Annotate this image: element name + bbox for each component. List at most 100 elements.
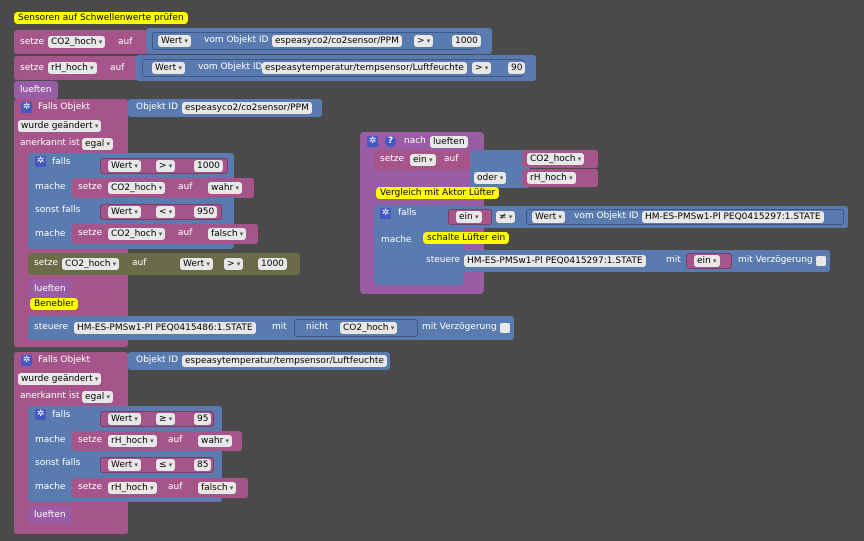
get-rh-var[interactable]: rH_hoch xyxy=(522,169,598,187)
call-lueften-rh[interactable]: lueften xyxy=(28,506,72,524)
object-id-fog[interactable]: HM-ES-PMSw1-Pl PEQ0415486:1.STATE xyxy=(74,322,256,334)
var-co2-dropdown[interactable]: CO2_hoch xyxy=(48,36,106,48)
cond-fan-ne[interactable]: ein ≠ Wert vom Objekt ID HM-ES-PMSw1-Pl … xyxy=(444,206,848,228)
var-dropdown[interactable]: CO2_hoch xyxy=(108,228,166,240)
gear-icon[interactable]: ✲ xyxy=(367,136,378,147)
object-id-rh[interactable]: espeasytemperatur/tempsensor/Luftfeuchte xyxy=(262,62,467,74)
var-dropdown[interactable]: ein xyxy=(694,255,720,267)
op-dropdown[interactable]: ≠ xyxy=(496,211,516,223)
number-input[interactable]: 1000 xyxy=(258,258,287,270)
op-gt-dropdown[interactable]: > xyxy=(414,35,434,47)
var-dropdown[interactable]: CO2_hoch xyxy=(62,258,120,270)
object-id-co2[interactable]: espeasyco2/co2sensor/PPM xyxy=(272,35,402,47)
nicht-label: nicht xyxy=(306,322,329,332)
var-dropdown[interactable]: rH_hoch xyxy=(108,482,157,494)
var-dropdown[interactable]: ein xyxy=(456,211,482,223)
set-ein-block[interactable]: setze ein auf xyxy=(374,150,478,170)
var-dropdown[interactable]: ein xyxy=(410,154,436,166)
wert-dropdown[interactable]: Wert xyxy=(108,413,141,425)
call-lueften-top[interactable]: lueften xyxy=(14,81,58,99)
gear-icon[interactable]: ✲ xyxy=(21,355,32,366)
object-id-fan[interactable]: HM-ES-PMSw1-Pl PEQ0415297:1.STATE xyxy=(464,255,646,267)
var-dropdown[interactable]: rH_hoch xyxy=(527,172,576,184)
cond-rh-ge[interactable]: Wert ≥ 95 xyxy=(94,408,220,430)
var-dropdown[interactable]: CO2_hoch xyxy=(108,182,166,194)
cond-co2-lt[interactable]: Wert < 950 xyxy=(94,201,228,223)
setze-label: setze xyxy=(78,482,103,492)
bool-dropdown[interactable]: falsch xyxy=(208,228,247,240)
set-rh-true[interactable]: setze rH_hoch auf wahr xyxy=(72,431,242,451)
falls-label: falls xyxy=(52,410,71,420)
number-input[interactable]: 85 xyxy=(194,459,212,471)
var-dropdown[interactable]: rH_hoch xyxy=(108,435,157,447)
set-co2-block[interactable]: setze CO2_hoch auf xyxy=(14,30,154,54)
bool-dropdown[interactable]: wahr xyxy=(208,182,243,194)
delay-checkbox[interactable] xyxy=(816,256,826,266)
bool-dropdown[interactable]: wahr xyxy=(198,435,233,447)
set-co2-true[interactable]: setze CO2_hoch auf wahr xyxy=(72,178,254,198)
compare-block-co2[interactable]: Wert vom Objekt ID espeasyco2/co2sensor/… xyxy=(146,28,492,54)
vom-objekt-label: vom Objekt ID xyxy=(574,211,639,221)
mit-verzoegerung-label: mit Verzögerung xyxy=(738,255,813,265)
control-fog-block[interactable]: steuere HM-ES-PMSw1-Pl PEQ0415486:1.STAT… xyxy=(28,316,514,340)
object-id-fan[interactable]: HM-ES-PMSw1-Pl PEQ0415297:1.STATE xyxy=(642,211,824,223)
egal-dropdown[interactable]: egal xyxy=(82,138,114,150)
setze-label: setze xyxy=(78,435,103,445)
number-rh-threshold[interactable]: 90 xyxy=(508,62,526,74)
op-gt-dropdown[interactable]: > xyxy=(472,62,492,74)
var-dropdown[interactable]: CO2_hoch xyxy=(527,153,585,165)
op-dropdown[interactable]: > xyxy=(156,160,176,172)
or-block[interactable]: oder xyxy=(470,150,530,188)
cond-rh-le[interactable]: Wert ≤ 85 xyxy=(94,454,220,476)
get-co2-var[interactable]: CO2_hoch xyxy=(522,150,598,168)
wert-dropdown[interactable]: Wert xyxy=(532,211,565,223)
set-co2-false[interactable]: setze CO2_hoch auf falsch xyxy=(72,224,258,244)
set-rh-false[interactable]: setze rH_hoch auf falsch xyxy=(72,478,248,498)
falls-objekt-label: Falls Objekt xyxy=(38,102,90,112)
call-lueften-co2[interactable]: lueften xyxy=(28,280,72,298)
gear-icon[interactable]: ✲ xyxy=(21,102,32,113)
op-dropdown[interactable]: > xyxy=(224,258,244,270)
wert-dropdown[interactable]: Wert xyxy=(108,160,141,172)
or-dropdown[interactable]: oder xyxy=(474,172,507,184)
mit-label: mit xyxy=(666,255,681,265)
vom-objekt-label: vom Objekt ID xyxy=(198,62,263,72)
set-rh-block[interactable]: setze rH_hoch auf xyxy=(14,56,144,80)
wert-dropdown[interactable]: Wert xyxy=(108,206,141,218)
objekt-id-co2-block[interactable]: Objekt ID espeasyco2/co2sensor/PPM xyxy=(128,99,322,117)
egal-dropdown[interactable]: egal xyxy=(82,391,114,403)
wert-dropdown[interactable]: Wert xyxy=(158,35,191,47)
setze-label: setze xyxy=(78,228,103,238)
procedure-name-field[interactable]: lueften xyxy=(430,136,468,148)
objekt-id-rh-block[interactable]: Objekt ID espeasytemperatur/tempsensor/L… xyxy=(128,352,390,370)
var-dropdown[interactable]: CO2_hoch xyxy=(340,322,398,334)
wert-dropdown[interactable]: Wert xyxy=(180,258,213,270)
gear-icon[interactable]: ✲ xyxy=(380,208,391,219)
gear-icon[interactable]: ✲ xyxy=(35,409,46,420)
number-input[interactable]: 1000 xyxy=(194,160,223,172)
op-dropdown[interactable]: ≥ xyxy=(156,413,176,425)
compare-block-rh[interactable]: Wert vom Objekt ID espeasytemperatur/tem… xyxy=(136,55,536,81)
cond-co2-gt[interactable]: Wert > 1000 xyxy=(94,155,234,177)
var-rh-dropdown[interactable]: rH_hoch xyxy=(48,62,97,74)
help-icon[interactable]: ? xyxy=(385,136,396,147)
nach-label: nach xyxy=(404,136,426,146)
wurde-dropdown[interactable]: wurde geändert xyxy=(18,373,102,385)
auf-label: auf xyxy=(110,63,125,73)
object-id-co2[interactable]: espeasyco2/co2sensor/PPM xyxy=(182,102,312,114)
wert-dropdown[interactable]: Wert xyxy=(108,459,141,471)
bool-dropdown[interactable]: falsch xyxy=(198,482,237,494)
set-co2-disabled[interactable]: setze CO2_hoch auf Wert > 1000 xyxy=(28,253,300,275)
number-co2-threshold[interactable]: 1000 xyxy=(452,35,481,47)
delay-checkbox[interactable] xyxy=(500,323,510,333)
number-input[interactable]: 95 xyxy=(194,413,212,425)
wurde-dropdown[interactable]: wurde geändert xyxy=(18,120,102,132)
op-dropdown[interactable]: < xyxy=(156,206,176,218)
mit-label: mit xyxy=(272,322,287,332)
op-dropdown[interactable]: ≤ xyxy=(156,459,176,471)
control-fan-block[interactable]: steuere HM-ES-PMSw1-Pl PEQ0415297:1.STAT… xyxy=(420,250,830,272)
wert-dropdown[interactable]: Wert xyxy=(152,62,185,74)
object-id-rh[interactable]: espeasytemperatur/tempsensor/Luftfeuchte xyxy=(182,355,387,367)
gear-icon[interactable]: ✲ xyxy=(35,156,46,167)
number-input[interactable]: 950 xyxy=(194,206,218,218)
